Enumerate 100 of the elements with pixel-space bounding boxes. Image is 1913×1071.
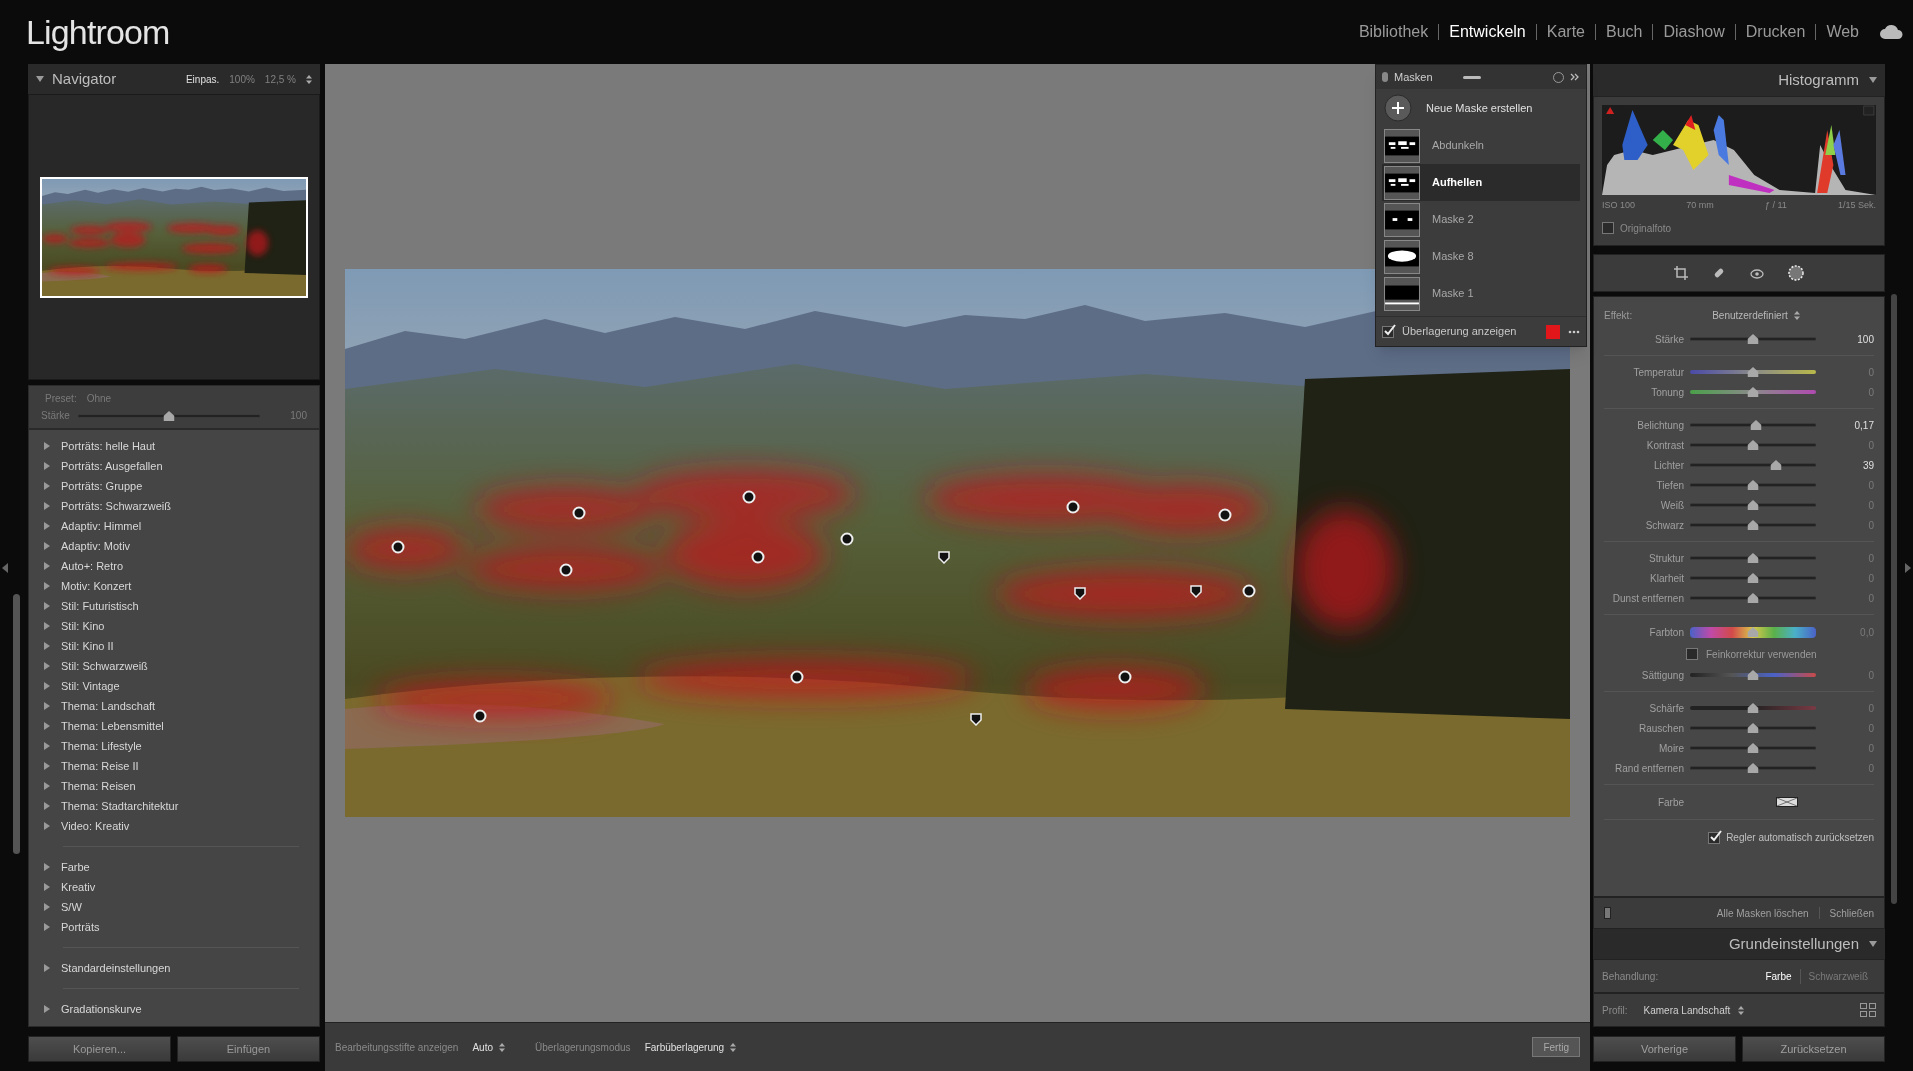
slider-thumb[interactable] [1747,573,1759,583]
zoom-option[interactable]: 100% [229,71,255,87]
shadow-clipping-icon[interactable] [1606,107,1615,114]
preset-folder[interactable]: Thema: Lifestyle [43,736,142,756]
preset-folder[interactable]: Stil: Vintage [43,676,120,696]
shield-pin-icon[interactable] [937,550,951,565]
mask-circle-icon[interactable] [1787,264,1805,282]
slider-thumb[interactable] [1747,723,1759,733]
slider-thumb[interactable] [1747,743,1759,753]
mask-pin-icon[interactable] [750,550,765,565]
slider-track[interactable] [1690,706,1816,710]
mask-item[interactable]: Aufhellen [1382,164,1580,201]
mask-pin-icon[interactable] [1217,507,1232,522]
checkbox[interactable] [1686,648,1698,660]
preset-folder[interactable]: Thema: Reise II [43,756,139,776]
preset-folder[interactable]: Standardeinstellungen [43,958,171,978]
slider-thumb[interactable] [1747,387,1759,397]
zoom-option[interactable]: Einpas. [185,71,220,87]
panel-button[interactable]: Einfügen [177,1036,320,1062]
mask-item[interactable]: Abdunkeln [1382,127,1580,164]
mask-pin-icon[interactable] [472,708,487,723]
slider-thumb[interactable] [1747,553,1759,563]
collapse-arrow-icon[interactable] [1905,562,1911,573]
slider-thumb[interactable] [1747,670,1759,680]
slider-track[interactable] [1690,370,1816,374]
preset-folder[interactable]: S/W [43,897,82,917]
slider-thumb[interactable] [1747,703,1759,713]
slider-track[interactable] [1690,523,1816,527]
preset-folder[interactable]: Stil: Futuristisch [43,596,139,616]
highlight-clipping-icon[interactable] [1863,105,1875,116]
panel-button[interactable]: Zurücksetzen [1742,1036,1885,1062]
slider-track[interactable] [1690,746,1816,750]
module-tab[interactable]: Drucken [1735,24,1816,40]
slider-track[interactable] [1690,673,1816,677]
slider-track[interactable] [1690,503,1816,507]
mask-item[interactable]: Maske 1 [1382,275,1580,312]
treatment-option[interactable]: Farbe [1757,968,1800,984]
collapse-arrow-icon[interactable] [2,562,8,573]
slider-thumb[interactable] [1747,480,1759,490]
scrollbar[interactable] [13,594,20,854]
slider-thumb[interactable] [1747,334,1759,344]
slider-thumb[interactable] [1747,500,1759,510]
mask-pin-icon[interactable] [558,563,573,578]
preset-folder[interactable]: Stil: Kino [43,616,105,636]
overlay-color-swatch[interactable] [1546,324,1560,339]
mask-pin-icon[interactable] [742,489,757,504]
crop-icon[interactable] [1673,265,1689,281]
panel-button[interactable]: Kopieren... [28,1036,171,1062]
slider-track[interactable] [1690,596,1816,600]
preset-folder[interactable]: Auto+: Retro [43,556,124,576]
scrollbar[interactable] [1891,294,1897,904]
slider-track[interactable] [1690,443,1816,447]
panel-button[interactable]: Vorherige [1593,1036,1736,1062]
slider-thumb[interactable] [1747,627,1759,637]
double-chevron-icon[interactable] [1570,73,1580,81]
slider-track[interactable] [1690,463,1816,467]
zoom-option[interactable]: 12,5 % [264,71,296,87]
delete-all-masks-button[interactable]: Alle Masken löschen [1716,905,1809,921]
slider-track[interactable] [1690,556,1816,560]
cloud-icon[interactable] [1879,24,1903,40]
preset-folder[interactable]: Stil: Schwarzweiß [43,656,148,676]
module-tab[interactable]: Karte [1536,24,1595,40]
mask-item[interactable]: Maske 8 [1382,238,1580,275]
preset-folder[interactable]: Farbe [43,857,90,877]
module-tab[interactable]: Entwickeln [1439,24,1536,40]
preset-folder[interactable]: Adaptiv: Motiv [43,536,131,556]
slider-thumb[interactable] [1770,460,1782,470]
preset-folder[interactable]: Porträts: Ausgefallen [43,456,163,476]
preset-folder[interactable]: Porträts [43,917,100,937]
grid-icon[interactable] [1860,1003,1876,1017]
slider-thumb[interactable] [1747,593,1759,603]
slider-track[interactable] [1690,576,1816,580]
preset-folder[interactable]: Gradationskurve [43,999,142,1019]
pins-dropdown[interactable]: Auto [472,1039,505,1055]
new-mask-button[interactable]: Neue Maske erstellen [1376,89,1586,127]
preset-folder[interactable]: Adaptiv: Himmel [43,516,142,536]
shield-pin-icon[interactable] [1073,586,1087,601]
preset-folder[interactable]: Porträts: helle Haut [43,436,156,456]
slider-track[interactable] [1690,483,1816,487]
profile-dropdown[interactable]: Kamera Landschaft [1643,1002,1745,1018]
module-tab[interactable]: Diashow [1653,24,1735,40]
checkbox[interactable] [1708,831,1721,844]
slider-track[interactable] [1690,726,1816,730]
close-button[interactable]: Schließen [1829,905,1874,921]
preset-folder[interactable]: Porträts: Schwarzweiß [43,496,172,516]
mask-pin-icon[interactable] [1242,584,1257,599]
panel-grip-icon[interactable] [1382,72,1388,82]
slider-thumb[interactable] [1747,520,1759,530]
overlay-mode-dropdown[interactable]: Farbüberlagerung [644,1039,737,1055]
preset-folder[interactable]: Motiv: Konzert [43,576,132,596]
module-tab[interactable]: Bibliothek [1348,24,1439,40]
slider-track[interactable] [1690,626,1816,638]
drag-handle-icon[interactable] [1462,75,1481,79]
mask-pin-icon[interactable] [1118,669,1133,684]
shield-pin-icon[interactable] [968,712,983,727]
preset-folder[interactable]: Kreativ [43,877,96,897]
preset-folder[interactable]: Thema: Landschaft [43,696,156,716]
slider-track[interactable] [1690,423,1816,427]
more-icon[interactable] [1568,329,1580,334]
slider-track[interactable] [1690,390,1816,394]
